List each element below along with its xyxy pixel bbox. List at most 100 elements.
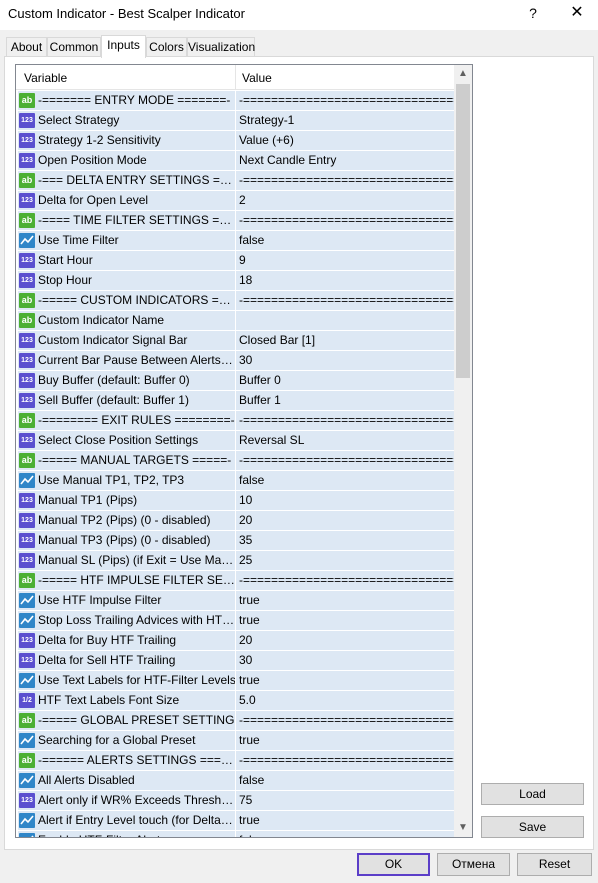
value-cell[interactable] [239,311,454,330]
table-row[interactable]: 123 Open Position Mode Next Candle Entry [18,151,454,171]
table-row[interactable]: ab -====== ALERTS SETTINGS ======- -======… [18,751,454,771]
value-cell[interactable]: 5.0 [239,691,454,710]
value-cell[interactable]: -===================================- [239,211,454,230]
table-row[interactable]: All Alerts Disabled false [18,771,454,791]
scroll-down-arrow-icon[interactable]: ▼ [454,819,472,837]
table-row[interactable]: 1/2 HTF Text Labels Font Size 5.0 [18,691,454,711]
table-row[interactable]: 123 Select Close Position Settings Reversa… [18,431,454,451]
value-cell[interactable]: Buffer 0 [239,371,454,390]
cell-divider [235,511,236,531]
table-row[interactable]: 123Manual SL (Pips) (if Exit = Use Manua… [18,551,454,571]
table-row[interactable]: ab -==== TIME FILTER SETTINGS ====- -=====… [18,211,454,231]
tab-inputs[interactable]: Inputs [101,35,146,58]
value-cell[interactable]: 18 [239,271,454,290]
value-cell[interactable]: -===================================- [239,571,454,590]
value-cell[interactable]: Value (+6) [239,131,454,150]
ok-button[interactable]: OK [357,853,430,876]
value-cell[interactable]: Buffer 1 [239,391,454,410]
table-row[interactable]: Use Text Labels for HTF-Filter Levels tru… [18,671,454,691]
column-header-variable[interactable]: Variable [24,71,67,85]
value-cell[interactable]: 10 [239,491,454,510]
value-cell[interactable]: false [239,471,454,490]
value-cell[interactable]: 9 [239,251,454,270]
table-row[interactable]: 123 Manual TP1 (Pips) 10 [18,491,454,511]
variable-cell: Use Text Labels for HTF-Filter Levels [38,673,236,687]
value-cell[interactable]: Next Candle Entry [239,151,454,170]
table-row[interactable]: ab -===== MANUAL TARGETS =====- -=========… [18,451,454,471]
value-cell[interactable]: true [239,611,454,630]
value-cell[interactable]: false [239,831,454,837]
scroll-up-arrow-icon[interactable]: ▲ [454,65,472,83]
vertical-scrollbar[interactable]: ▲ ▼ [454,65,472,837]
table-row[interactable]: 123 Current Bar Pause Between Alerts (Sec… [18,351,454,371]
column-header-value[interactable]: Value [242,71,272,85]
table-row[interactable]: Use Time Filter false [18,231,454,251]
value-cell[interactable]: 2 [239,191,454,210]
value-cell[interactable]: 30 [239,351,454,370]
table-row[interactable]: 123 Manual TP2 (Pips) (0 - disabled) 20 [18,511,454,531]
value-cell[interactable]: false [239,231,454,250]
value-cell[interactable]: -===================================- [239,171,454,190]
table-row[interactable]: Enable HTF-Filter Alertsfalse [18,831,454,837]
table-row[interactable]: ab -=== DELTA ENTRY SETTINGS ===- -=======… [18,171,454,191]
value-cell[interactable]: Reversal SL [239,431,454,450]
value-cell[interactable]: true [239,671,454,690]
table-row[interactable]: ab -======= ENTRY MODE =======- -=========… [18,91,454,111]
table-row[interactable]: 123 Delta for Open Level 2 [18,191,454,211]
table-row[interactable]: Use HTF Impulse Filter true [18,591,454,611]
close-button[interactable]: ✕ [562,2,592,24]
value-cell[interactable]: -===================================- [239,751,454,770]
tab-about[interactable]: About [6,37,47,56]
table-row[interactable]: 123 Select Strategy Strategy-1 [18,111,454,131]
table-row[interactable]: Alert if Entry Level touch (for Delta En… [18,811,454,831]
table-row[interactable]: ab Custom Indicator Name [18,311,454,331]
table-row[interactable]: Use Manual TP1, TP2, TP3 false [18,471,454,491]
tab-colors[interactable]: Colors [146,37,187,56]
help-button[interactable]: ? [522,2,544,24]
value-cell[interactable]: 20 [239,631,454,650]
tab-visualization[interactable]: Visualization [187,37,255,56]
table-row[interactable]: Searching for a Global Preset true [18,731,454,751]
variable-cell: Open Position Mode [38,153,147,167]
value-cell[interactable]: Closed Bar [1] [239,331,454,350]
value-cell[interactable]: 35 [239,531,454,550]
value-cell[interactable]: -===================================- [239,291,454,310]
boolean-param-icon [19,233,35,248]
cell-divider [235,271,236,291]
value-cell[interactable]: -===================================- [239,411,454,430]
table-row[interactable]: 123 Start Hour 9 [18,251,454,271]
table-row[interactable]: 123 Alert only if WR% Exceeds Threshold 75 [18,791,454,811]
table-row[interactable]: 123 Sell Buffer (default: Buffer 1) Buffer… [18,391,454,411]
value-cell[interactable]: 30 [239,651,454,670]
table-row[interactable]: 123 Delta for Sell HTF Trailing 30 [18,651,454,671]
value-cell[interactable]: true [239,591,454,610]
save-button[interactable]: Save [481,816,584,838]
table-row[interactable]: 123 Manual TP3 (Pips) (0 - disabled) 35 [18,531,454,551]
table-row[interactable]: ab-===== HTF IMPULSE FILTER SETTINGS-===… [18,571,454,591]
value-cell[interactable]: 25 [239,551,454,570]
value-cell[interactable]: -===================================- [239,711,454,730]
value-cell[interactable]: -===================================- [239,451,454,470]
table-row[interactable]: 123 Delta for Buy HTF Trailing 20 [18,631,454,651]
reset-button[interactable]: Reset [517,853,592,876]
table-row[interactable]: ab -======== EXIT RULES ========- -=======… [18,411,454,431]
value-cell[interactable]: -===================================- [239,91,454,110]
table-row[interactable]: ab -===== GLOBAL PRESET SETTING -=========… [18,711,454,731]
table-row[interactable]: 123 Custom Indicator Signal Bar Closed Bar… [18,331,454,351]
table-row[interactable]: 123 Strategy 1-2 Sensitivity Value (+6) [18,131,454,151]
load-button[interactable]: Load [481,783,584,805]
tab-common[interactable]: Common [47,37,101,56]
value-cell[interactable]: 20 [239,511,454,530]
table-row[interactable]: 123 Stop Hour 18 [18,271,454,291]
cancel-button[interactable]: Отмена [437,853,510,876]
value-cell[interactable]: true [239,731,454,750]
column-separator[interactable] [235,65,236,90]
table-row[interactable]: 123 Buy Buffer (default: Buffer 0) Buffer … [18,371,454,391]
table-row[interactable]: Stop Loss Trailing Advices with HTF-Filt… [18,611,454,631]
value-cell[interactable]: false [239,771,454,790]
value-cell[interactable]: Strategy-1 [239,111,454,130]
value-cell[interactable]: 75 [239,791,454,810]
value-cell[interactable]: true [239,811,454,830]
table-row[interactable]: ab -===== CUSTOM INDICATORS =====- -======… [18,291,454,311]
scroll-thumb[interactable] [456,84,470,378]
